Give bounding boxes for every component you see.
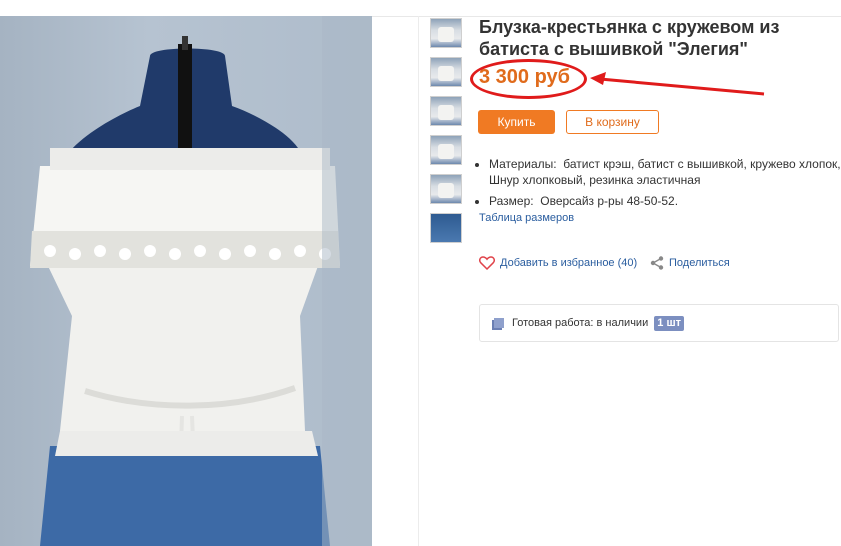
share-link[interactable]: Поделиться [650, 256, 730, 270]
thumbnail-strip [430, 18, 462, 252]
thumbnail-2[interactable] [430, 57, 462, 87]
product-title: Блузка-крестьянка с кружевом из батиста … [479, 17, 780, 59]
availability-box: Готовая работа: в наличии 1 шт [479, 304, 839, 342]
size-table-link[interactable]: Таблица размеров [479, 212, 574, 224]
property-label: Материалы: [489, 157, 557, 171]
thumbnail-4[interactable] [430, 135, 462, 165]
property-value: Оверсайз р-ры 48-50-52. [540, 194, 679, 208]
product-main-photo[interactable] [0, 16, 372, 546]
favorites-label: Добавить в избранное (40) [500, 257, 638, 269]
thumbnail-6[interactable] [430, 213, 462, 243]
share-icon [650, 256, 664, 270]
thumbnail-3[interactable] [430, 96, 462, 126]
product-properties: Материалы: батист крэш, батист с вышивко… [476, 156, 841, 214]
buy-button[interactable]: Купить [478, 110, 555, 134]
price-annotation-circle [470, 59, 587, 99]
add-to-favorites-link[interactable]: Добавить в избранное (40) [479, 256, 637, 270]
availability-label: Готовая работа: в наличии [512, 317, 649, 329]
availability-text: Готовая работа: в наличии 1 шт [512, 316, 685, 331]
property-materials: Материалы: батист крэш, батист с вышивко… [489, 156, 841, 188]
thumbnail-5[interactable] [430, 174, 462, 204]
availability-count-badge: 1 шт [654, 316, 685, 331]
property-label: Размер: [489, 194, 534, 208]
gallery-divider [418, 16, 419, 546]
add-to-cart-button[interactable]: В корзину [566, 110, 659, 134]
property-size: Размер: Оверсайз р-ры 48-50-52. [489, 193, 841, 209]
heart-icon [479, 256, 495, 270]
box-icon [492, 318, 504, 330]
annotation-arrow-icon [590, 72, 765, 96]
thumbnail-1[interactable] [430, 18, 462, 48]
share-label: Поделиться [669, 257, 730, 269]
